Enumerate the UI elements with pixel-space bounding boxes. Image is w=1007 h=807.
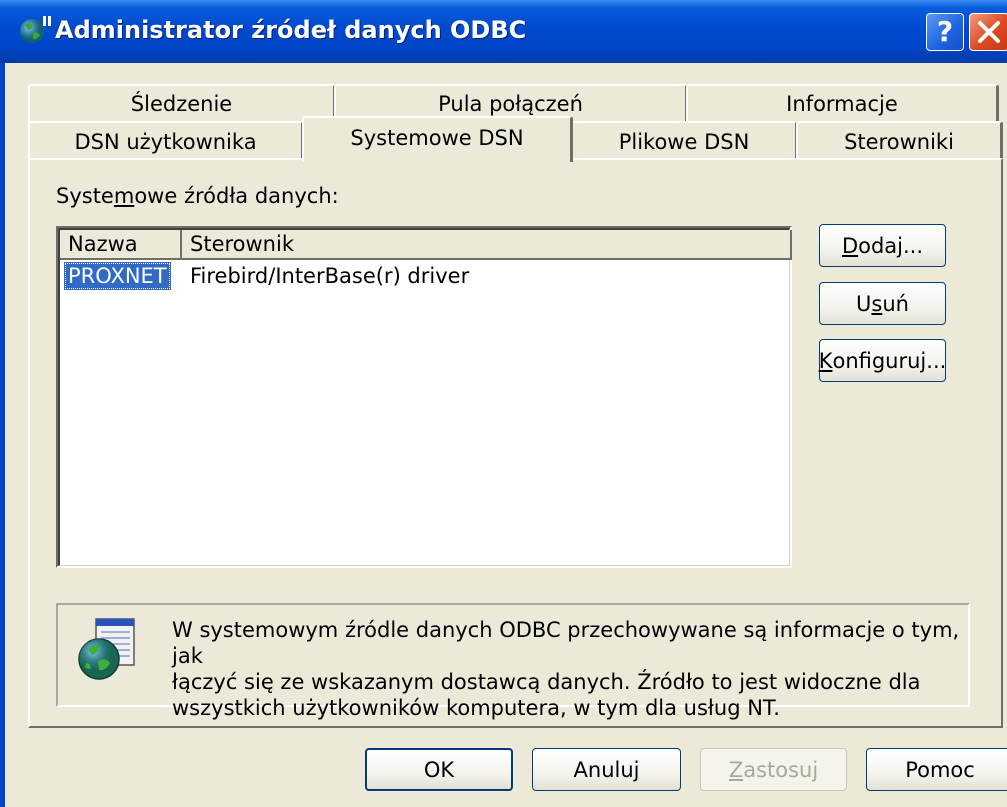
tab-label: Sterowniki: [844, 129, 954, 154]
close-icon: [978, 21, 1000, 43]
column-header-name[interactable]: Nazwa: [60, 230, 182, 260]
configure-button[interactable]: Konfiguruj...: [819, 339, 946, 382]
tab-systemowe-dsn[interactable]: Systemowe DSN: [302, 116, 573, 162]
tab-label: Pula połączeń: [438, 92, 583, 116]
remove-button[interactable]: Us uń: [819, 282, 946, 325]
info-description: W systemowym źródle danych ODBC przechow…: [172, 617, 968, 721]
tab-informacje[interactable]: Informacje: [686, 84, 999, 122]
tab-sterowniki[interactable]: Sterowniki: [796, 121, 1003, 160]
list-item-driver: Firebird/InterBase(r) driver: [190, 264, 470, 288]
tab-label: Śledzenie: [130, 92, 233, 116]
tab-label: Systemowe DSN: [350, 126, 524, 150]
title-close-button[interactable]: [969, 13, 1007, 51]
odbc-app-icon: [20, 16, 51, 43]
list-item-name[interactable]: PROXNET: [64, 262, 171, 290]
info-line: łączyć się ze wskazanym dostawcą danych.…: [172, 670, 921, 694]
info-line: W systemowym źródle danych ODBC przechow…: [172, 618, 960, 668]
title-help-button[interactable]: ?: [926, 13, 964, 51]
tab-label: Informacje: [786, 92, 898, 116]
odbc-globe-icon: [78, 618, 135, 680]
tab-plikowe-dsn[interactable]: Plikowe DSN: [571, 121, 798, 160]
window-title: Administrator źródeł danych ODBC: [55, 16, 527, 44]
cancel-button[interactable]: Anuluj: [532, 748, 681, 791]
info-box: W systemowym źródle danych ODBC przechow…: [56, 603, 970, 720]
list-item[interactable]: PROXNET Firebird/InterBase(r) driver: [60, 262, 789, 290]
odbc-dialog-window: Administrator źródeł danych ODBC ? Śledz…: [0, 0, 1007, 807]
info-line: wszystkich użytkowników komputera, w tym…: [172, 696, 780, 720]
data-sources-label: Systemowe źródła danych:: [56, 184, 339, 208]
window-left-border: [0, 63, 5, 807]
column-header-driver[interactable]: Sterownik: [182, 230, 792, 260]
data-sources-list[interactable]: Nazwa Sterownik PROXNET Firebird/InterBa…: [56, 226, 792, 568]
tab-dsn-uzytkownika[interactable]: DSN użytkownika: [28, 121, 304, 160]
add-button[interactable]: Dodaj...: [819, 224, 946, 267]
ok-button[interactable]: OK: [365, 748, 513, 791]
tab-label: Plikowe DSN: [618, 129, 750, 154]
list-frame: Nazwa Sterownik PROXNET Firebird/InterBa…: [58, 228, 792, 566]
apply-button[interactable]: Zastosuj: [700, 748, 847, 791]
help-button[interactable]: Pomoc: [866, 748, 1007, 791]
title-bar[interactable]: Administrator źródeł danych ODBC ?: [0, 0, 1007, 63]
tab-sledzenie[interactable]: Śledzenie: [28, 84, 336, 122]
tab-label: DSN użytkownika: [74, 129, 257, 154]
